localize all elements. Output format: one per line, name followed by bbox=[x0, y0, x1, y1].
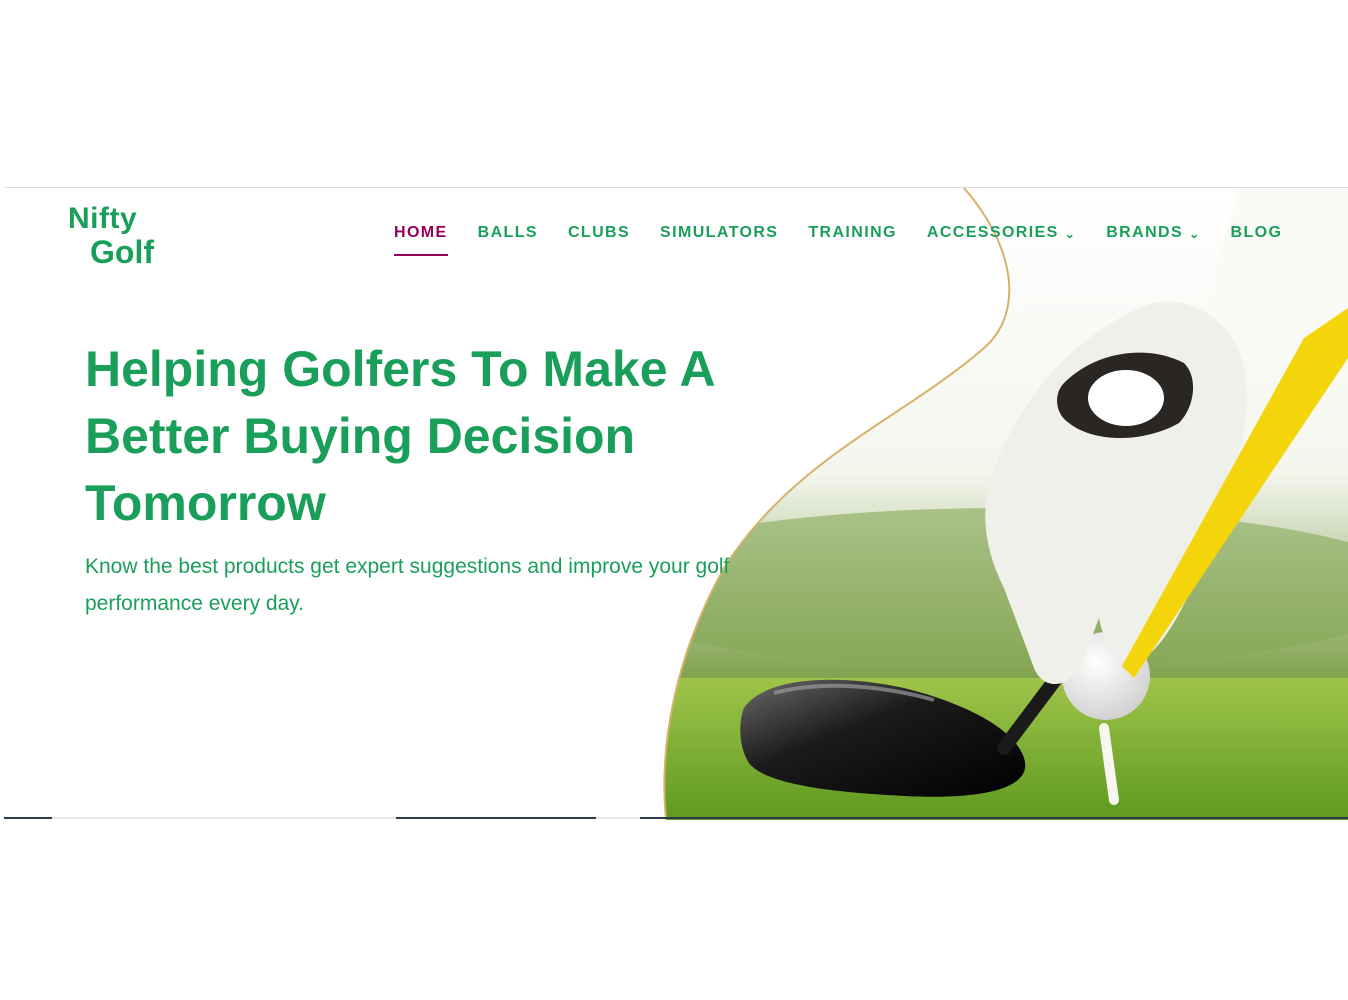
nav-item-training[interactable]: TRAINING bbox=[808, 224, 897, 242]
nav-label-balls: BALLS bbox=[477, 224, 538, 241]
logo-text-line1: Nifty bbox=[68, 202, 138, 235]
hero-headline: Helping Golfers To Make A Better Buying … bbox=[85, 341, 714, 531]
nav-item-simulators[interactable]: SIMULATORS bbox=[660, 224, 778, 242]
nav-item-brands[interactable]: BRANDS ⌄ bbox=[1106, 224, 1200, 242]
nav-item-clubs[interactable]: CLUBS bbox=[568, 224, 630, 242]
nav-item-accessories[interactable]: ACCESSORIES ⌄ bbox=[927, 224, 1076, 242]
nav-label-brands: BRANDS bbox=[1106, 224, 1184, 241]
hero-bottom-bar bbox=[4, 817, 1348, 819]
chevron-down-icon: ⌄ bbox=[1064, 227, 1077, 241]
divider-segment bbox=[640, 817, 1348, 819]
nav-label-clubs: CLUBS bbox=[567, 224, 631, 241]
chevron-down-icon: ⌄ bbox=[1189, 227, 1201, 241]
hero-section: Nifty Golf HOME BALLS CLUBS SIMULATORS T… bbox=[4, 187, 1348, 820]
hero-subtext: Know the best products get expert sugges… bbox=[85, 555, 730, 615]
nav-label-home: HOME bbox=[394, 224, 448, 241]
nav-label-blog: BLOG bbox=[1230, 224, 1283, 241]
nav-label-simulators: SIMULATORS bbox=[660, 224, 779, 241]
nifty-golf-logo[interactable]: Nifty Golf bbox=[68, 202, 178, 274]
nav-item-blog[interactable]: BLOG bbox=[1231, 224, 1283, 242]
divider-segment bbox=[4, 817, 52, 819]
logo-text-line2: Golf bbox=[90, 234, 154, 270]
divider-segment bbox=[396, 817, 596, 819]
nav-label-training: TRAINING bbox=[808, 224, 897, 241]
main-nav: HOME BALLS CLUBS SIMULATORS TRAINING ACC… bbox=[394, 224, 1283, 256]
nav-item-home[interactable]: HOME bbox=[394, 224, 448, 256]
nav-item-balls[interactable]: BALLS bbox=[478, 224, 538, 242]
nav-label-accessories: ACCESSORIES bbox=[926, 224, 1059, 241]
